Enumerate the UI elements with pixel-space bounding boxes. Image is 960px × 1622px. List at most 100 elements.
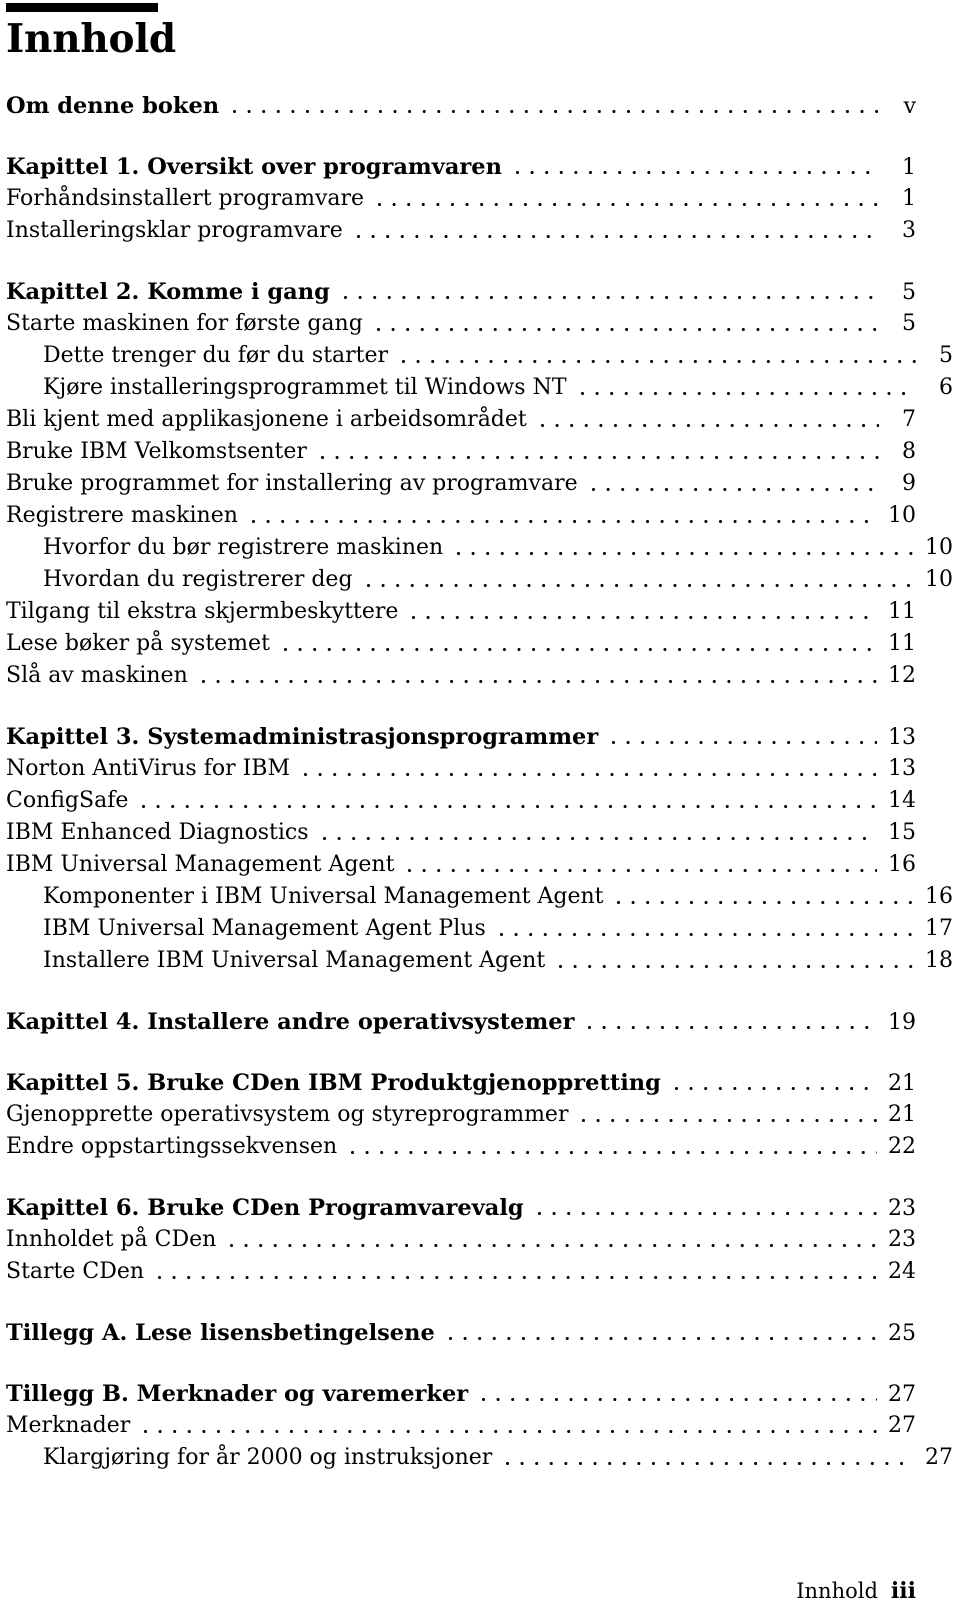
toc-entry[interactable]: Installere IBM Universal Management Agen… [6, 945, 953, 977]
toc-dot-leader [540, 410, 879, 432]
toc-entry[interactable]: Bruke programmet for installering av pro… [6, 468, 916, 500]
toc-entry-page-number: 24 [888, 1259, 916, 1284]
toc-entry-page-number: 14 [888, 788, 916, 813]
toc-entry-label: Kapittel 2. Komme i gang [6, 279, 330, 305]
toc-entry-label: Forhåndsinstallert programvare [6, 186, 365, 211]
toc-entry[interactable]: Merknader 27 [6, 1410, 916, 1442]
toc-entry[interactable]: Kapittel 3. Systemadministrasjonsprogram… [6, 721, 916, 753]
toc-entry-label: ConfigSafe [6, 788, 129, 813]
toc-entry-page-number: 11 [888, 599, 916, 624]
toc-entry-page-number: 27 [888, 1382, 916, 1407]
toc-entry[interactable]: Registrere maskinen 10 [6, 500, 916, 532]
toc-entry-page-number: 13 [888, 725, 916, 750]
toc-entry-page-number: 11 [888, 631, 916, 656]
toc-entry-page-number: 5 [902, 280, 916, 305]
toc-entry-page-number: 15 [888, 820, 916, 845]
toc-dot-leader [283, 634, 877, 656]
toc-entry[interactable]: Klargjøring for år 2000 og instruksjoner… [6, 1442, 953, 1474]
toc-entry[interactable]: Starte CDen 24 [6, 1256, 916, 1288]
toc-entry-page-number: 3 [902, 218, 916, 243]
toc-entry-page-number: 23 [888, 1196, 916, 1221]
toc-entry[interactable]: Komponenter i IBM Universal Management A… [6, 881, 953, 913]
toc-dot-leader [144, 1416, 877, 1438]
toc-entry-page-number: 21 [888, 1102, 916, 1127]
toc-entry-label: Lese bøker på systemet [6, 631, 270, 656]
toc-dot-leader [499, 919, 914, 941]
toc-entry-label: Bli kjent med applikasjonene i arbeidsom… [6, 407, 527, 432]
toc-entry[interactable]: IBM Universal Management Agent Plus 17 [6, 913, 953, 945]
toc-entry[interactable]: Endre oppstartingssekvensen 22 [6, 1131, 916, 1163]
toc-entry-page-number: 1 [902, 155, 916, 180]
toc-entry-page-number: 10 [888, 503, 916, 528]
toc-entry-label: Om denne boken [6, 93, 220, 119]
toc-entry-label: Tilgang til ekstra skjermbeskyttere [6, 599, 399, 624]
toc-entry-label: Installeringsklar programvare [6, 218, 343, 243]
toc-entry[interactable]: Hvorfor du bør registrere maskinen 10 [6, 532, 953, 564]
toc-entry[interactable]: Kapittel 4. Installere andre operativsys… [6, 1006, 916, 1038]
toc-dot-leader [366, 570, 914, 592]
toc-entry-page-number: 7 [902, 407, 916, 432]
toc-entry[interactable]: ConfigSafe 14 [6, 785, 916, 817]
toc-dot-leader [201, 666, 877, 688]
toc-entry-label: Bruke IBM Velkomstsenter [6, 439, 307, 464]
toc-entry-label: Starte CDen [6, 1259, 145, 1284]
toc-entry[interactable]: Norton AntiVirus for IBM 13 [6, 753, 916, 785]
toc-entry[interactable]: Innholdet på CDen 23 [6, 1224, 916, 1256]
toc-entry-label: IBM Universal Management Agent [6, 852, 395, 877]
toc-entry-label: Innholdet på CDen [6, 1227, 217, 1252]
toc-entry[interactable]: Bli kjent med applikasjonene i arbeidsom… [6, 404, 916, 436]
toc-entry-page-number: 22 [888, 1134, 916, 1159]
toc-dot-leader [251, 506, 877, 528]
toc-entry[interactable]: Om denne boken v [6, 90, 916, 122]
toc-entry[interactable]: Tillegg A. Lese lisensbetingelsene 25 [6, 1317, 916, 1349]
toc-entry[interactable]: Forhåndsinstallert programvare 1 [6, 183, 916, 215]
toc-dot-leader [402, 346, 916, 368]
toc-entry-page-number: 17 [925, 916, 953, 941]
toc-dot-leader [412, 602, 877, 624]
toc-entry[interactable]: Installeringsklar programvare 3 [6, 215, 916, 247]
toc-entry[interactable]: Kapittel 5. Bruke CDen IBM Produktgjenop… [6, 1067, 916, 1099]
toc-entry[interactable]: IBM Enhanced Diagnostics 15 [6, 817, 916, 849]
toc-dot-leader [515, 157, 879, 179]
toc-entry[interactable]: Kapittel 6. Bruke CDen Programvarevalg 23 [6, 1192, 916, 1224]
toc-dot-leader [537, 1198, 877, 1220]
toc-entry-page-number: 27 [888, 1413, 916, 1438]
toc-dot-leader [303, 759, 877, 781]
toc-dot-leader [582, 1105, 877, 1127]
toc-dot-leader [378, 189, 879, 211]
toc-entry-label: Gjenopprette operativsystem og styreprog… [6, 1102, 569, 1127]
toc-entry-page-number: 25 [888, 1321, 916, 1346]
toc-entry[interactable]: Kapittel 1. Oversikt over programvaren 1 [6, 151, 916, 183]
toc-entry[interactable]: IBM Universal Management Agent 16 [6, 849, 916, 881]
toc-entry[interactable]: Kjøre installeringsprogrammet til Window… [6, 372, 953, 404]
page-footer: Innhold iii [796, 1578, 916, 1604]
toc-entry[interactable]: Kapittel 2. Komme i gang 5 [6, 276, 916, 308]
toc-entry-page-number: 27 [925, 1445, 953, 1470]
toc-entry[interactable]: Starte maskinen for første gang 5 [6, 308, 916, 340]
toc-dot-leader [376, 314, 879, 336]
toc-dot-leader [448, 1323, 877, 1345]
toc-entry-label: Dette trenger du før du starter [43, 343, 389, 368]
toc-dot-leader [580, 378, 916, 400]
toc-entry-page-number: 9 [902, 471, 916, 496]
toc-entry-page-number: 19 [888, 1010, 916, 1035]
toc-dot-leader [230, 1230, 877, 1252]
toc-entry-page-number: 8 [902, 439, 916, 464]
toc-entry[interactable]: Tilgang til ekstra skjermbeskyttere 11 [6, 596, 916, 628]
toc-entry[interactable]: Slå av maskinen 12 [6, 660, 916, 692]
toc-entry[interactable]: Gjenopprette operativsystem og styreprog… [6, 1099, 916, 1131]
toc-entry[interactable]: Lese bøker på systemet 11 [6, 628, 916, 660]
toc-entry[interactable]: Dette trenger du før du starter 5 [6, 340, 953, 372]
toc-entry-label: IBM Universal Management Agent Plus [43, 916, 486, 941]
toc-dot-leader [408, 855, 877, 877]
toc-entry[interactable]: Bruke IBM Velkomstsenter 8 [6, 436, 916, 468]
toc-entry-label: Komponenter i IBM Universal Management A… [43, 884, 604, 909]
footer-page-number: iii [890, 1578, 916, 1604]
toc-entry-label: Hvordan du registrerer deg [43, 567, 353, 592]
toc-dot-leader [320, 442, 879, 464]
toc-entry-page-number: 21 [888, 1071, 916, 1096]
toc-entry[interactable]: Tillegg B. Merknader og varemerker 27 [6, 1378, 916, 1410]
toc-entry[interactable]: Hvordan du registrerer deg 10 [6, 564, 953, 596]
toc-page: Innhold Om denne boken v Kapittel 1. Overs… [0, 3, 960, 1622]
toc-entry-page-number: 16 [888, 852, 916, 877]
